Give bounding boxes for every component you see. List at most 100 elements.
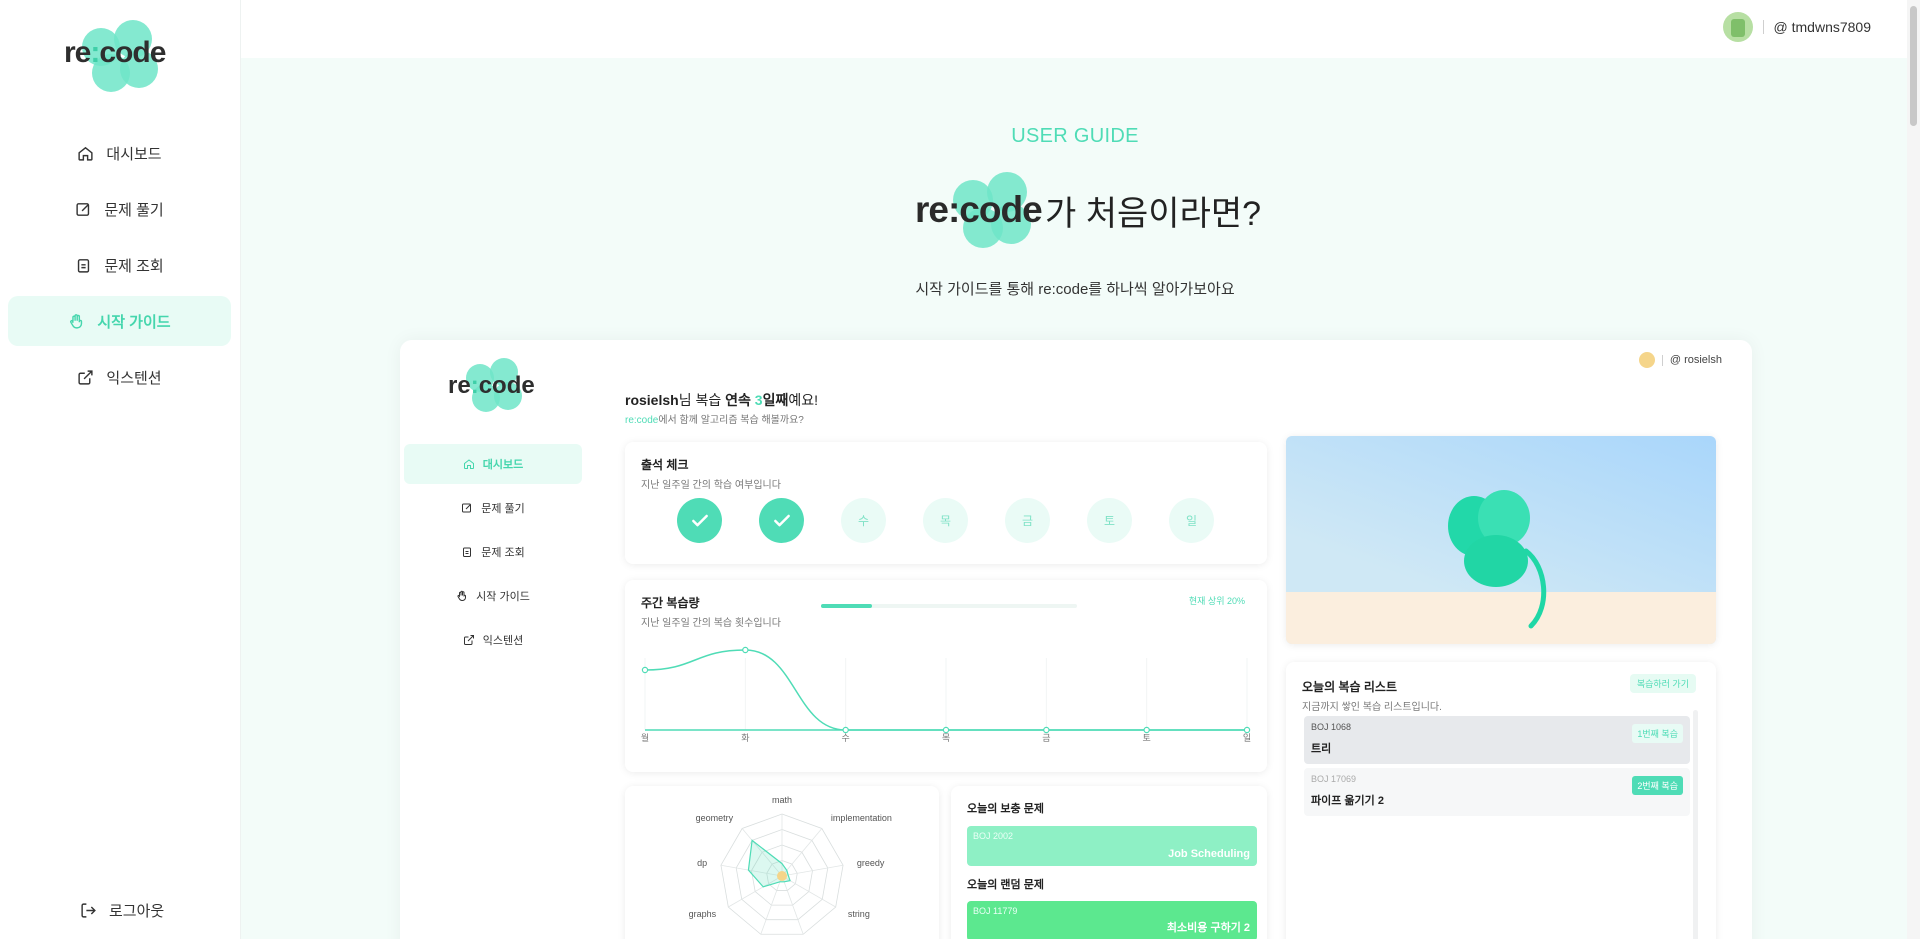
problem-id: BOJ 17069: [1311, 774, 1357, 784]
x-tick-label: 수: [842, 733, 850, 743]
preview-nav-label: 대시보드: [482, 459, 524, 471]
greeting-bold: 연속: [725, 392, 755, 408]
data-point: [1143, 726, 1150, 734]
random-problem: BOJ 11779 최소비용 구하기 2: [967, 901, 1257, 939]
radar-axis: [781, 864, 844, 877]
review-desc: 지금까지 쌓인 복습 리스트입니다.: [1302, 702, 1442, 713]
supplement-problem: BOJ 2002 Job Scheduling: [967, 826, 1257, 866]
review-count-badge: 1번째 복습: [1632, 724, 1683, 743]
data-point: [1243, 726, 1251, 734]
sidebar-nav: 대시보드 문제 풀기 문제 조회 시작 가이드 익스텐션: [8, 128, 231, 408]
username: @ tmdwns7809: [1773, 19, 1871, 35]
logo-text: re:code: [448, 372, 535, 399]
preview-user: @ rosielsh: [1638, 352, 1722, 368]
problem-id: BOJ 2002: [973, 831, 1014, 841]
clipboard-icon: [463, 547, 472, 557]
avatar: [1638, 352, 1655, 368]
data-point: [641, 666, 649, 674]
preview-main: @ rosielsh rosielsh님 복습 연속 3일째예요! re:cod…: [588, 340, 1752, 939]
preview-nav-label: 문제 조회: [481, 547, 525, 559]
go-review-button: 복습하러 가기: [1629, 674, 1696, 693]
sidebar-item-label: 익스텐션: [106, 369, 162, 387]
preview-nav-guide: 시작 가이드: [404, 576, 582, 616]
attendance-day: 토: [1087, 498, 1132, 543]
attendance-day-checked: [759, 498, 804, 543]
problems-card: 오늘의 보충 문제 BOJ 2002 Job Scheduling 오늘의 랜덤…: [951, 786, 1267, 939]
preview-nav-label: 익스텐션: [482, 635, 524, 647]
hand-icon: [70, 313, 83, 329]
x-tick-label: 금: [1042, 733, 1050, 743]
avatar[interactable]: [1722, 12, 1753, 42]
attendance-desc: 지난 일주일 간의 학습 여부입니다: [641, 480, 781, 491]
problem-name: 최소비용 구하기 2: [1166, 922, 1250, 934]
top-bar: @ tmdwns7809: [241, 0, 1907, 58]
external-link-icon: [463, 635, 474, 645]
attendance-title: 출석 체크: [641, 458, 689, 472]
problem-id: BOJ 11779: [973, 906, 1018, 916]
clipboard-icon: [78, 258, 90, 273]
preview-nav-extension: 익스텐션: [404, 620, 582, 660]
review-item: BOJ 1068 트리 1번째 복습: [1304, 716, 1690, 764]
hand-icon: [457, 590, 467, 601]
clover-illustration: [1286, 436, 1716, 644]
x-tick-label: 토: [1143, 733, 1151, 743]
problem-name: 파이프 옮기기 2: [1311, 795, 1384, 807]
attendance-day: 일: [1169, 498, 1214, 543]
title-brand-logo: re:code: [915, 172, 1045, 248]
problem-id: BOJ 1068: [1311, 722, 1352, 732]
review-list-card: 오늘의 복습 리스트 지금까지 쌓인 복습 리스트입니다. 복습하러 가기 BO…: [1286, 662, 1716, 939]
attendance-day: 수: [841, 498, 886, 543]
edit-icon: [76, 202, 90, 216]
sidebar-item-extension[interactable]: 익스텐션: [8, 352, 231, 402]
recode-logo[interactable]: re:code: [60, 18, 180, 94]
radar-card: math implementation greedy string graphs dp ge…: [625, 786, 939, 939]
preview-nav-label: 문제 풀기: [481, 503, 525, 515]
logout-button[interactable]: 로그아웃: [80, 900, 164, 921]
clover-leaf-icon: [1448, 490, 1547, 629]
problem-name: Job Scheduling: [1168, 848, 1250, 860]
radar-axis-label: dp: [697, 858, 707, 868]
weekly-chart: 월화수목금토일: [641, 646, 1251, 743]
radar-axis-label: math: [772, 795, 792, 805]
page-title: re:code 가 처음이라면?: [915, 172, 1261, 248]
data-point: [742, 646, 749, 654]
radar-chart: math implementation greedy string graphs dp ge…: [689, 795, 892, 935]
scrollbar-thumb[interactable]: [1910, 6, 1917, 126]
greeting-name: rosielsh: [625, 392, 679, 408]
preview-nav-label: 시작 가이드: [476, 591, 530, 603]
sidebar-item-guide[interactable]: 시작 가이드: [8, 296, 231, 346]
data-point: [942, 726, 950, 734]
radar-axis-label: greedy: [857, 858, 885, 868]
preview-nav-solve: 문제 풀기: [404, 488, 582, 528]
external-link-icon: [78, 369, 93, 385]
x-tick-label: 화: [741, 733, 749, 743]
home-icon: [463, 459, 474, 469]
sidebar-item-solve[interactable]: 문제 풀기: [8, 184, 231, 234]
check-icon: [691, 514, 708, 526]
divider: [1661, 354, 1663, 366]
radar-axis-label: implementation: [831, 813, 892, 823]
attendance-days: 수목금토일: [677, 498, 1214, 543]
greeting-sub-text: 에서 함께 알고리즘 복습 해볼까요?: [658, 415, 804, 426]
radar-axis-label: geometry: [696, 813, 734, 823]
attendance-day: 목: [923, 498, 968, 543]
logout-icon: [81, 903, 96, 918]
x-tick-label: 월: [641, 732, 649, 743]
radar-axis: [781, 828, 823, 877]
page-subtitle: 시작 가이드를 통해 re:code를 하나씩 알아가보아요: [915, 281, 1235, 298]
attendance-card: 출석 체크 지난 일주일 간의 학습 여부입니다 수목금토일: [625, 442, 1267, 564]
review-item: BOJ 17069 파이프 옮기기 2 2번째 복습: [1304, 768, 1690, 816]
user-menu[interactable]: @ tmdwns7809: [1722, 12, 1871, 42]
title-brand-text: re:code: [915, 189, 1043, 230]
radar-axis-label: string: [848, 909, 870, 919]
dashboard-preview: re:code 대시보드 문제 풀기 문제 조회 시작 가이드 익스텐션 @ r…: [400, 340, 1752, 939]
preview-nav: 대시보드 문제 풀기 문제 조회 시작 가이드 익스텐션: [404, 444, 582, 664]
sidebar-item-label: 문제 조회: [104, 257, 164, 275]
greeting-end: 예요!: [788, 392, 818, 408]
data-point: [1043, 726, 1050, 734]
check-icon: [773, 514, 790, 526]
greeting-pre: 님 복습: [678, 392, 726, 408]
guide-eyebrow: USER GUIDE: [1011, 125, 1139, 147]
x-tick-label: 목: [942, 733, 950, 743]
greeting-post: 일째: [762, 392, 789, 408]
